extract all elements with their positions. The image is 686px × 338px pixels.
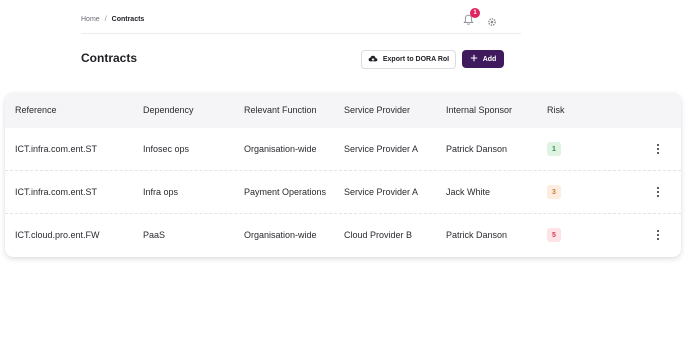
column-header-internal-sponsor[interactable]: Internal Sponsor (446, 105, 512, 115)
more-vertical-icon[interactable] (655, 228, 661, 242)
notification-badge: 1 (470, 8, 480, 18)
column-header-relevant-function[interactable]: Relevant Function (244, 105, 317, 115)
column-header-reference[interactable]: Reference (15, 105, 57, 115)
table-header: Reference Dependency Relevant Function S… (5, 93, 681, 128)
cell-internal-sponsor: Jack White (446, 187, 491, 197)
risk-badge: 1 (547, 142, 561, 156)
contracts-table: Reference Dependency Relevant Function S… (5, 93, 681, 257)
risk-badge: 3 (547, 185, 561, 199)
cell-service-provider: Service Provider A (344, 144, 419, 154)
more-vertical-icon[interactable] (655, 142, 661, 156)
export-button-label: Export to DORA RoI (382, 56, 450, 63)
bell-icon[interactable]: 1 (463, 8, 480, 25)
cloud-upload-icon (368, 55, 378, 65)
top-bar: Home / Contracts 1 (81, 8, 521, 34)
cell-reference: ICT.infra.com.ent.ST (15, 144, 98, 154)
table-row[interactable]: ICT.infra.com.ent.ST Infosec ops Organis… (5, 128, 681, 170)
cell-relevant-function: Organisation-wide (244, 230, 317, 240)
gear-icon[interactable] (487, 14, 497, 26)
column-header-service-provider[interactable]: Service Provider (344, 105, 410, 115)
cell-dependency: PaaS (143, 230, 166, 240)
page-title: Contracts (81, 51, 138, 65)
breadcrumb: Home / Contracts (81, 16, 144, 23)
breadcrumb-separator: / (104, 16, 107, 23)
cell-dependency: Infosec ops (143, 144, 190, 154)
more-vertical-icon[interactable] (655, 185, 661, 199)
cell-reference: ICT.cloud.pro.ent.FW (15, 230, 100, 240)
cell-service-provider: Service Provider A (344, 187, 419, 197)
add-button-label: Add (482, 55, 497, 63)
cell-dependency: Infra ops (143, 187, 179, 197)
cell-reference: ICT.infra.com.ent.ST (15, 187, 98, 197)
breadcrumb-home[interactable]: Home (81, 16, 100, 23)
column-header-risk[interactable]: Risk (547, 105, 565, 115)
cell-internal-sponsor: Patrick Danson (446, 230, 508, 240)
table-row[interactable]: ICT.infra.com.ent.ST Infra ops Payment O… (5, 170, 681, 212)
plus-icon (470, 54, 478, 64)
breadcrumb-current: Contracts (111, 16, 145, 23)
cell-relevant-function: Organisation-wide (244, 144, 317, 154)
export-dora-roi-button[interactable]: Export to DORA RoI (361, 50, 456, 69)
table-row[interactable]: ICT.cloud.pro.ent.FW PaaS Organisation-w… (5, 213, 681, 255)
risk-badge: 5 (547, 228, 561, 242)
cell-service-provider: Cloud Provider B (344, 230, 413, 240)
add-contract-button[interactable]: Add (462, 50, 504, 68)
column-header-dependency[interactable]: Dependency (143, 105, 194, 115)
cell-relevant-function: Payment Operations (244, 187, 327, 197)
cell-internal-sponsor: Patrick Danson (446, 144, 508, 154)
